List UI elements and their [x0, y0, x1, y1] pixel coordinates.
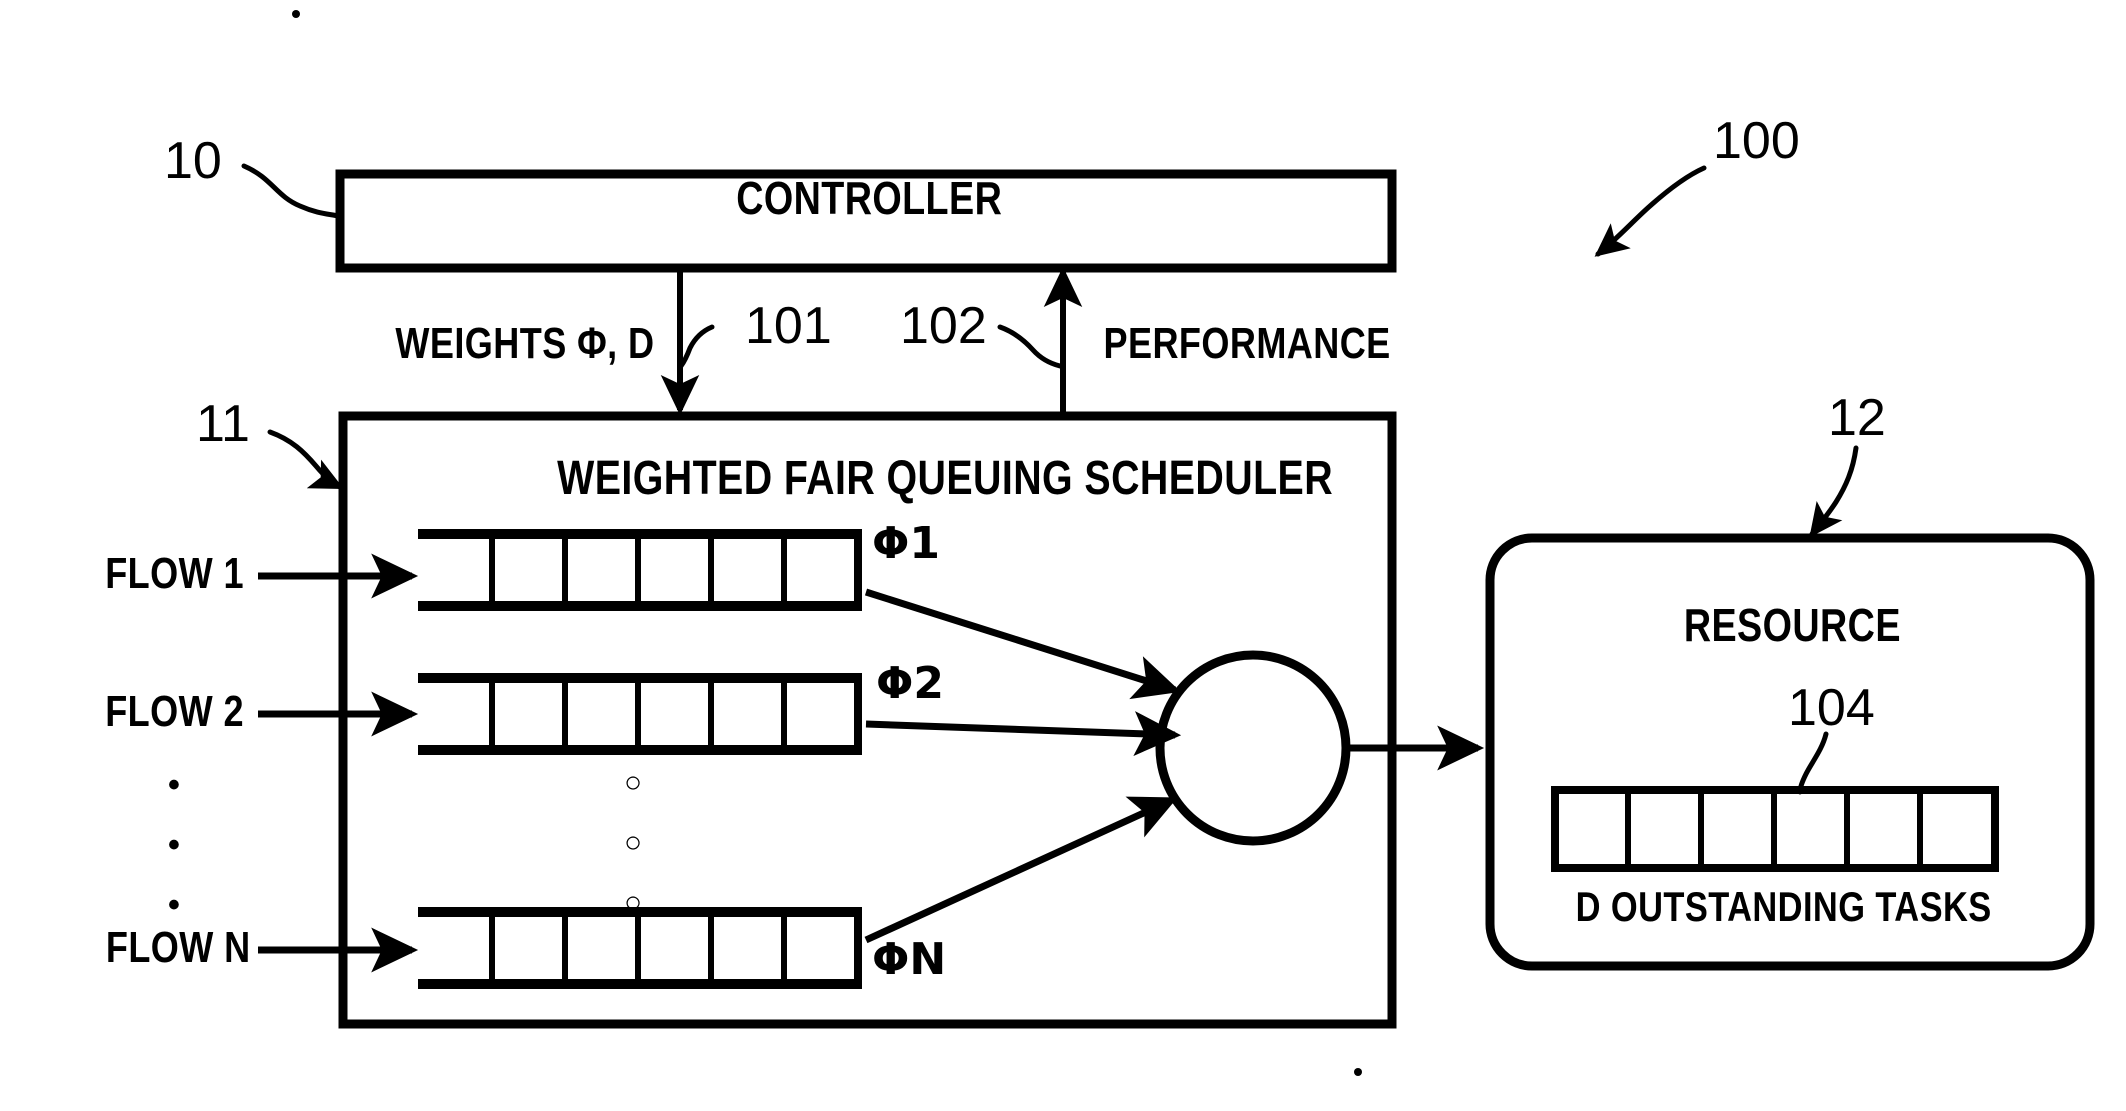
ref-number-104: 104: [1788, 679, 1875, 737]
flow-2-queue: [418, 673, 862, 755]
flow-2-to-selector-arrow: [865, 711, 1182, 756]
diagram-vector-layer: [241, 10, 2095, 1076]
resource-buffer-caption: D OUTSTANDING TASKS: [1575, 883, 1992, 930]
scan-mark-top: [292, 10, 300, 18]
scheduler-label: WEIGHTED FAIR QUEUING SCHEDULER: [557, 452, 1334, 505]
leader-line-102: [997, 324, 1063, 369]
signal-label-performance: PERFORMANCE: [1103, 319, 1391, 368]
resource-task-buffer: [1551, 786, 1999, 872]
leader-line-101: [678, 324, 715, 369]
leader-line-100: [1594, 165, 1707, 257]
ref-number-101: 101: [745, 297, 832, 355]
signal-label-weights: WEIGHTS Φ, D: [395, 319, 655, 368]
flow-ellipsis-dot-3: •: [168, 886, 181, 924]
ref-number-102: 102: [900, 297, 987, 355]
figure-canvas: 10 CONTROLLER 100 WEIGHTS Φ, D 101 102 P…: [0, 0, 2126, 1111]
leader-line-104: [1797, 731, 1829, 795]
scheduler-box: [338, 411, 1397, 1029]
ref-number-100: 100: [1713, 112, 1800, 170]
queue-ellipsis-dot-2: ○: [624, 826, 643, 859]
flow-ellipsis-dot-2: •: [168, 826, 181, 864]
flow-1-queue: [418, 529, 862, 611]
flow-n-to-selector-arrow: [864, 796, 1178, 944]
queue-ellipsis-dot-1: ○: [624, 766, 643, 799]
resource-label: RESOURCE: [1683, 599, 1901, 651]
flow-label-n: FLOW N: [105, 923, 251, 972]
leader-line-11: [267, 429, 344, 490]
flow-label-2: FLOW 2: [105, 687, 244, 736]
queue-ellipsis-dot-3: ○: [624, 886, 643, 919]
leader-line-12: [1809, 445, 1859, 538]
flow-n-queue: [418, 907, 862, 989]
weight-label-phi-n: ΦN: [872, 934, 947, 985]
flow-label-1: FLOW 1: [105, 549, 244, 598]
leader-line-10: [241, 163, 341, 219]
controller-label: CONTROLLER: [736, 172, 1003, 224]
ref-number-11: 11: [196, 395, 250, 453]
ref-number-12: 12: [1828, 389, 1886, 447]
weight-label-phi-1: Φ1: [872, 518, 941, 569]
scheduler-selector-node: [1155, 650, 1351, 846]
flow-ellipsis-dot-1: •: [168, 766, 181, 804]
weight-label-phi-2: Φ2: [876, 658, 945, 709]
scan-mark-bottom: [1354, 1068, 1362, 1076]
ref-number-10: 10: [164, 132, 222, 190]
